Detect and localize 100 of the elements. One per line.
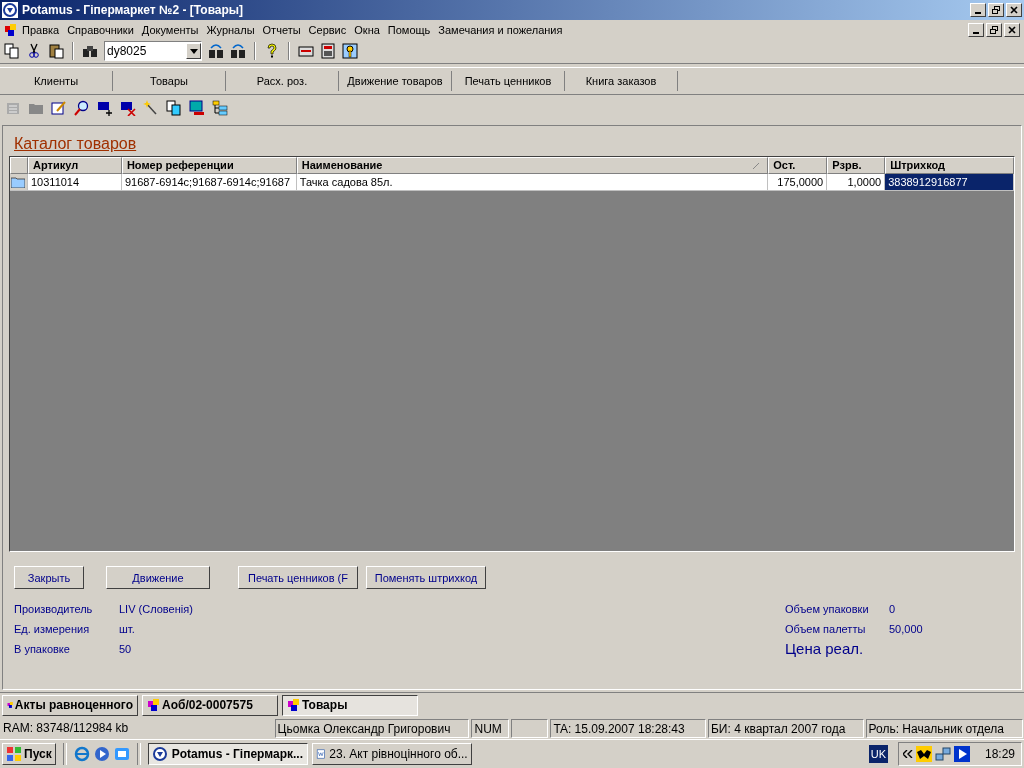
close-icon xyxy=(1009,5,1019,15)
language-indicator[interactable]: UK xyxy=(868,745,888,763)
minimize-icon xyxy=(973,31,979,34)
field-value: 0 xyxy=(889,603,896,616)
close-button[interactable] xyxy=(1006,3,1022,17)
desktop-icon[interactable] xyxy=(113,746,130,762)
window-tab[interactable]: Товары xyxy=(282,694,418,716)
delete-row-icon[interactable] xyxy=(120,100,136,116)
media-player-icon[interactable] xyxy=(93,746,110,762)
restore-icon xyxy=(991,5,1001,15)
keyboard-icon[interactable] xyxy=(298,43,314,59)
minimize-icon xyxy=(975,12,981,14)
column-header[interactable]: Наименование xyxy=(296,157,769,174)
menu-item[interactable]: Отчеты xyxy=(258,23,305,36)
nav-tab[interactable]: Расх. роз. xyxy=(226,71,339,91)
table-cell[interactable]: 91687-6914c;91687-6914c;91687 xyxy=(121,174,297,191)
folder-icon xyxy=(11,176,26,188)
edit-icon[interactable] xyxy=(51,100,67,116)
monitor-icon[interactable] xyxy=(189,100,205,116)
column-header[interactable]: Ост. xyxy=(768,157,828,174)
table-cell[interactable]: 3838912916877 xyxy=(885,174,1014,191)
menu-item[interactable]: Справочники xyxy=(63,23,138,36)
document-icon xyxy=(147,698,161,712)
menu-item[interactable]: Журналы xyxy=(202,23,259,36)
column-header[interactable]: Номер референции xyxy=(121,157,297,174)
field-value: LIV (Словенія) xyxy=(119,603,193,616)
copy-icon[interactable] xyxy=(166,100,182,116)
table-cell[interactable]: Тачка садова 85л. xyxy=(296,174,769,191)
magic-wand-icon[interactable] xyxy=(143,100,159,116)
menu-item[interactable]: Окна xyxy=(350,23,384,36)
window-tab[interactable]: Аоб/02-0007575 xyxy=(142,694,278,716)
paste-icon[interactable] xyxy=(48,43,64,59)
catalog-title[interactable]: Каталог товаров xyxy=(14,135,137,153)
restore-button[interactable] xyxy=(986,22,1002,37)
windows-logo-icon xyxy=(6,746,22,762)
table-cell[interactable]: 175,0000 xyxy=(768,174,828,191)
calculator-icon[interactable] xyxy=(320,43,336,59)
magnifier-icon[interactable] xyxy=(74,100,90,116)
status-field: RAM: 83748/112984 kb xyxy=(1,718,273,738)
table-cell[interactable]: 1,0000 xyxy=(827,174,886,191)
field-label: В упаковке xyxy=(14,643,71,656)
restore-button[interactable] xyxy=(988,3,1004,17)
status-field: Роль: Начальник отдела xyxy=(865,718,1023,738)
restore-icon xyxy=(989,24,999,35)
action-button[interactable]: Движение xyxy=(106,566,210,589)
binoculars-icon[interactable] xyxy=(82,43,98,59)
document-icon xyxy=(287,698,301,712)
chevron-icon[interactable] xyxy=(902,750,913,758)
nav-tab[interactable]: Товары xyxy=(113,71,226,91)
minimize-button[interactable] xyxy=(970,3,986,17)
help-icon[interactable] xyxy=(264,43,280,59)
add-row-icon[interactable] xyxy=(97,100,113,116)
app-logo-icon xyxy=(2,2,18,18)
close-icon xyxy=(1007,24,1017,35)
dropdown-arrow-icon xyxy=(189,48,198,54)
column-header[interactable]: Штрихкод xyxy=(885,157,1014,174)
menu-item[interactable]: Помощь xyxy=(383,23,435,36)
app-logo-icon xyxy=(151,746,168,762)
taskbar-button[interactable]: Potamus - Гіпермарк... xyxy=(147,743,308,765)
taskbar-button[interactable]: 23. Акт рівноцінного об... xyxy=(311,743,472,765)
document-icon xyxy=(4,22,18,37)
menu-item[interactable]: Сервис xyxy=(304,23,351,36)
menu-item[interactable]: Документы xyxy=(137,23,203,36)
field-label: Объем упаковки xyxy=(785,603,870,616)
field-value: 50 xyxy=(119,643,132,656)
nav-tab[interactable]: Клиенты xyxy=(0,71,113,91)
nav-tab[interactable]: Печать ценников xyxy=(452,71,565,91)
close-button[interactable] xyxy=(1004,22,1020,37)
menu-item[interactable]: Правка xyxy=(18,23,64,36)
action-button[interactable]: Поменять штрихкод xyxy=(366,566,486,589)
status-field: NUM xyxy=(471,718,509,738)
browser-icon[interactable] xyxy=(73,746,90,762)
status-field: TA: 15.09.2007 18:28:43 xyxy=(550,718,706,738)
network-icon[interactable] xyxy=(934,746,951,762)
binoculars-icon[interactable] xyxy=(208,43,224,59)
status-field xyxy=(510,718,549,738)
action-button[interactable]: Закрыть xyxy=(14,566,84,589)
nav-tab[interactable]: Книга заказов xyxy=(565,71,678,91)
action-button[interactable]: Печать ценников (F xyxy=(238,566,358,589)
column-header[interactable]: Артикул xyxy=(28,157,122,174)
minimize-button[interactable] xyxy=(968,22,984,37)
nav-tab[interactable]: Движение товаров xyxy=(339,71,452,91)
tree-icon[interactable] xyxy=(212,100,228,116)
price-label: Цена реал. xyxy=(785,640,865,657)
window-title: Potamus - Гіпермаркет №2 - [Товары] xyxy=(22,3,244,17)
table-cell[interactable]: 10311014 xyxy=(28,174,122,191)
search-combo-box[interactable]: dy8025 xyxy=(104,41,202,61)
column-header[interactable]: Рзрв. xyxy=(827,157,886,174)
bat-icon[interactable] xyxy=(915,746,932,762)
window-tab[interactable]: Акты равноценного xyxy=(2,694,138,716)
copy-icon[interactable] xyxy=(4,43,20,59)
cut-icon[interactable] xyxy=(26,43,42,59)
field-label: Объем палетты xyxy=(785,623,867,636)
binoculars-icon[interactable] xyxy=(230,43,246,59)
status-field: БИ: 4 квартал 2007 года xyxy=(708,718,864,738)
start-button[interactable]: Пуск xyxy=(2,743,56,765)
play-icon[interactable] xyxy=(953,746,970,762)
key-icon[interactable] xyxy=(342,43,358,59)
document-icon xyxy=(315,746,326,762)
menu-item[interactable]: Замечания и пожелания xyxy=(434,23,567,36)
